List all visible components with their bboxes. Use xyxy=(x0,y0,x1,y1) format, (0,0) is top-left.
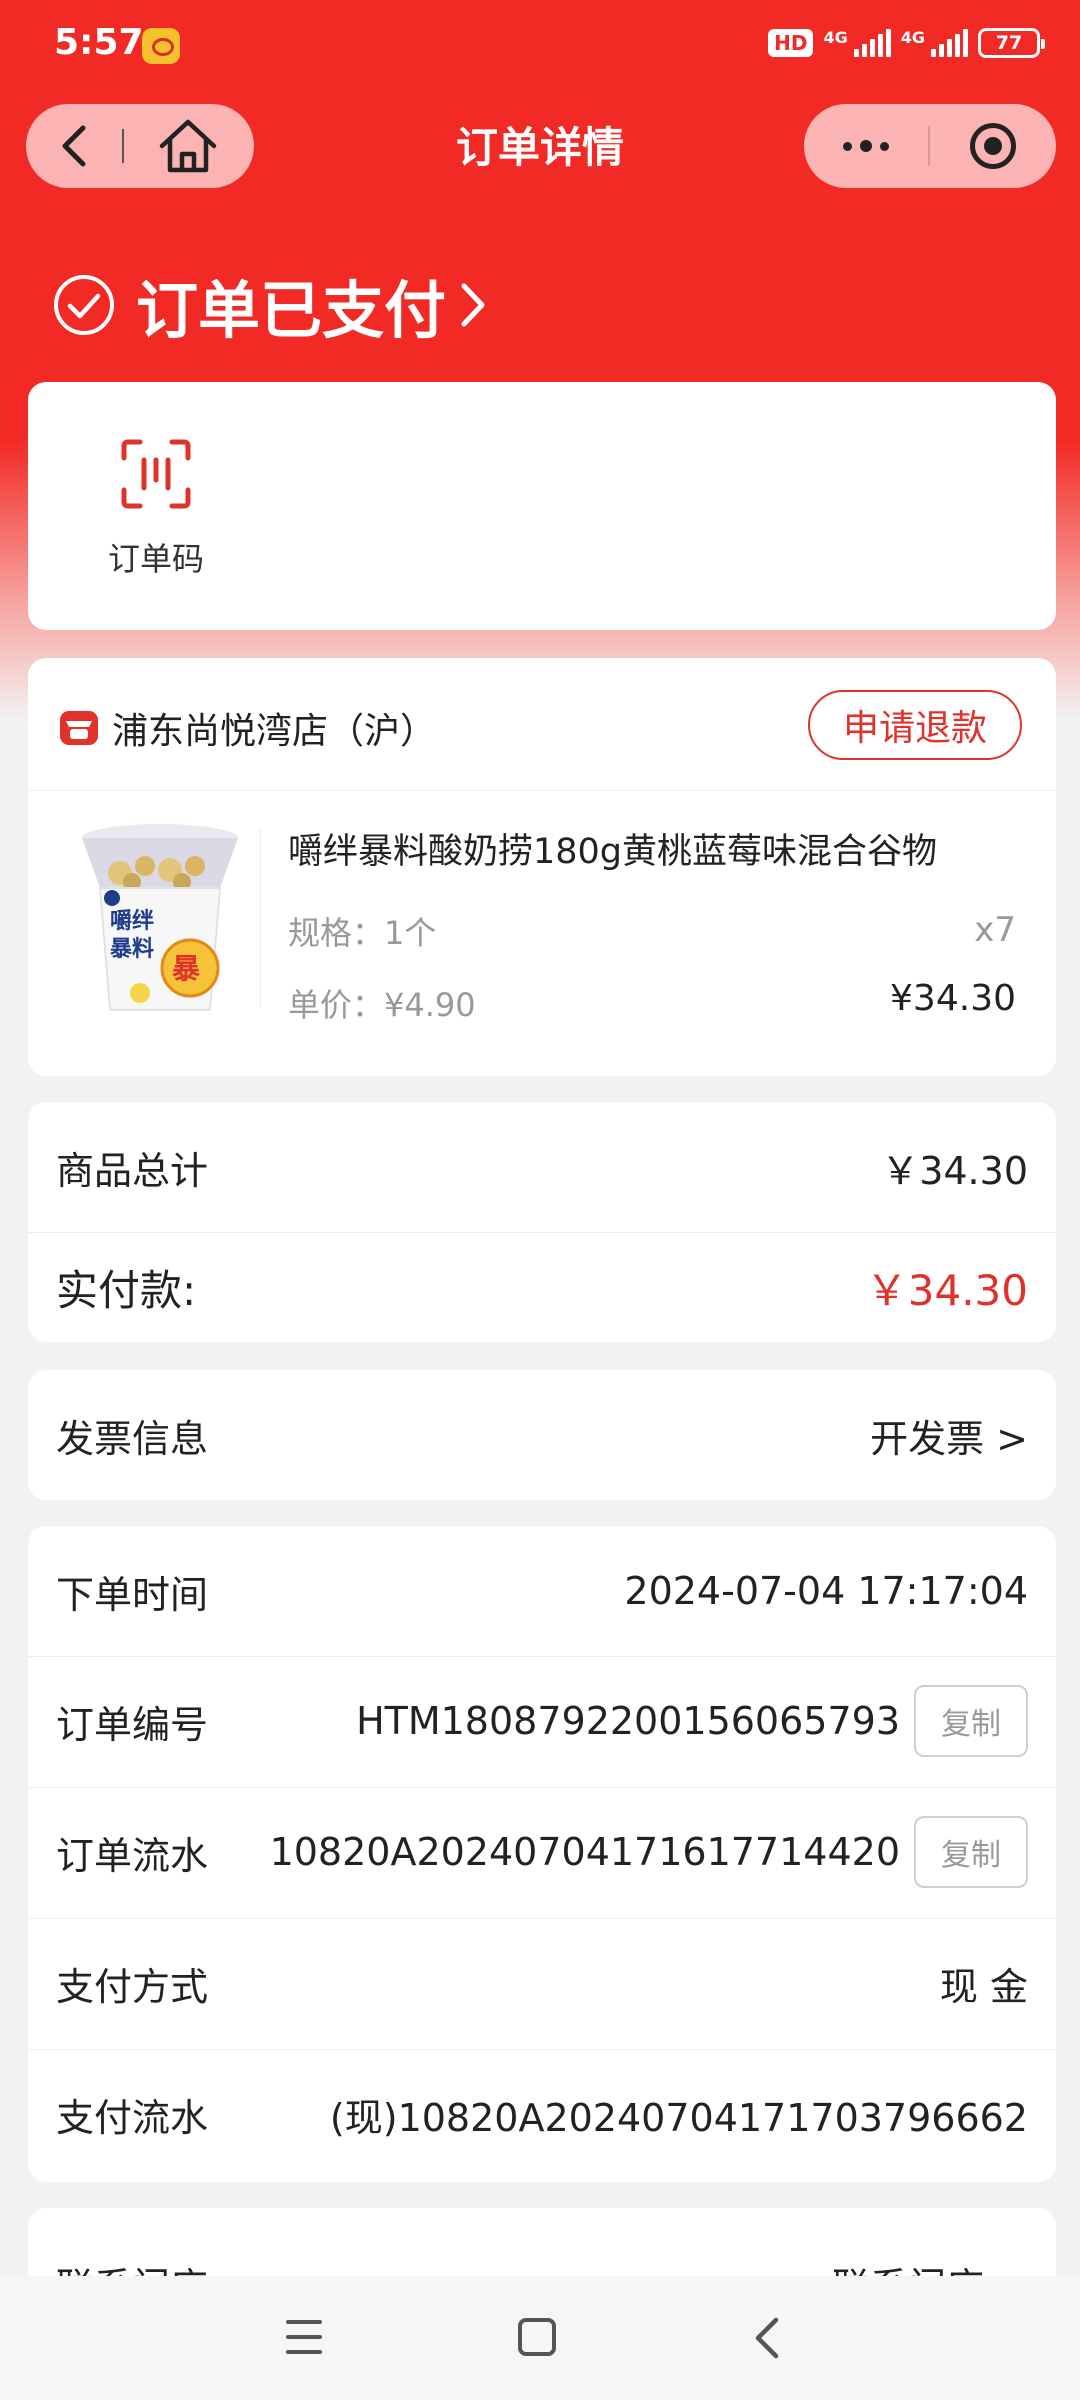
store-name: 浦东尚悦湾店（沪） xyxy=(112,711,437,752)
order-time-label: 下单时间 xyxy=(56,1572,209,1617)
back-nav-button[interactable] xyxy=(752,2316,782,2360)
payment-method-row: 支付方式 现 金 xyxy=(28,1918,1056,2048)
subtotal-value: ￥34.30 xyxy=(881,1148,1028,1193)
system-navigation-bar xyxy=(0,2276,1080,2400)
store-order-card: 浦东尚悦湾店（沪） 申请退款 嚼绊 暴料 暴 嚼绊暴料酸奶捞180g黄桃蓝莓味混… xyxy=(28,658,1056,1076)
order-serial-row: 订单流水 10820A20240704171617714420 复制 xyxy=(28,1787,1056,1917)
home-nav-button[interactable] xyxy=(518,2318,556,2356)
status-indicators: HD 4G 4G 77 xyxy=(768,28,1045,58)
signal-strength-icon xyxy=(853,29,891,57)
payment-serial-row: 支付流水 (现)10820A20240704171703796662 xyxy=(28,2049,1056,2179)
subtotal-label: 商品总计 xyxy=(56,1148,209,1193)
order-serial-value: 10820A20240704171617714420 xyxy=(269,1830,900,1874)
order-serial-label: 订单流水 xyxy=(56,1833,209,1878)
order-code-label: 订单码 xyxy=(107,540,204,578)
weibo-notification-icon xyxy=(142,28,180,64)
product-badge-text: 暴 xyxy=(172,952,201,985)
product-quantity: x7 xyxy=(974,910,1016,950)
order-number-value: HTM1808792200156065793 xyxy=(356,1699,900,1743)
recent-apps-button[interactable] xyxy=(286,2320,322,2354)
more-options-button[interactable] xyxy=(804,104,928,188)
battery-icon: 77 xyxy=(978,28,1045,58)
nav-right-capsule xyxy=(804,104,1056,188)
paid-label: 实付款: xyxy=(56,1265,197,1315)
status-time: 5:57 xyxy=(54,22,144,63)
order-number-label: 订单编号 xyxy=(56,1702,209,1747)
payment-serial-label: 支付流水 xyxy=(56,2095,209,2140)
store-icon xyxy=(60,711,98,745)
invoice-card: 发票信息 开发票 > xyxy=(28,1370,1056,1500)
copy-order-serial-button[interactable]: 复制 xyxy=(914,1816,1028,1888)
copy-order-number-button[interactable]: 复制 xyxy=(914,1685,1028,1757)
order-number-group: HTM1808792200156065793 复制 xyxy=(356,1685,1028,1757)
store-header: 浦东尚悦湾店（沪） xyxy=(58,702,436,754)
qr-scan-icon xyxy=(121,439,191,509)
network-type-label: 4G xyxy=(900,28,925,47)
subtotal-row: 商品总计 ￥34.30 xyxy=(28,1102,1056,1232)
chevron-right-icon xyxy=(461,283,485,327)
order-code-card: 订单码 xyxy=(28,382,1056,630)
request-refund-button[interactable]: 申请退款 xyxy=(808,690,1022,760)
product-total-price: ¥34.30 xyxy=(890,978,1016,1019)
signal-strength-icon xyxy=(931,29,968,57)
paid-row: 实付款: ￥34.30 xyxy=(28,1232,1056,1342)
issue-invoice-link[interactable]: 开发票 > xyxy=(870,1408,1028,1463)
order-time-value: 2024-07-04 17:17:04 xyxy=(624,1569,1028,1613)
order-info-card: 下单时间 2024-07-04 17:17:04 订单编号 HTM1808792… xyxy=(28,1526,1056,2182)
network-type-label: 4G xyxy=(823,28,848,47)
order-time-row: 下单时间 2024-07-04 17:17:04 xyxy=(28,1526,1056,1656)
invoice-label: 发票信息 xyxy=(56,1416,209,1461)
product-brand-text: 嚼绊 xyxy=(110,908,154,934)
divider xyxy=(260,828,261,1008)
order-serial-group: 10820A20240704171617714420 复制 xyxy=(270,1816,1028,1888)
payment-method-label: 支付方式 xyxy=(56,1964,209,2009)
paid-value: ￥34.30 xyxy=(865,1265,1028,1315)
target-icon xyxy=(970,123,1016,169)
divider xyxy=(28,790,1056,791)
check-circle-icon xyxy=(54,275,114,335)
product-image: 嚼绊 暴料 暴 xyxy=(82,824,238,1011)
product-unit-price: 单价：¥4.90 xyxy=(288,986,476,1024)
battery-level: 77 xyxy=(995,32,1023,54)
totals-card: 商品总计 ￥34.30 实付款: ￥34.30 xyxy=(28,1102,1056,1342)
close-miniprogram-button[interactable] xyxy=(930,123,1056,169)
product-name: 嚼绊暴料酸奶捞180g黄桃蓝莓味混合谷物 xyxy=(288,832,938,872)
invoice-row[interactable]: 发票信息 开发票 > xyxy=(28,1370,1056,1500)
payment-serial-value: (现)10820A20240704171703796662 xyxy=(329,2095,1028,2140)
hd-voice-icon: HD xyxy=(768,29,814,57)
payment-method-value: 现 金 xyxy=(939,1964,1028,2009)
product-spec: 规格：1个 xyxy=(288,914,437,952)
order-status-link[interactable]: 订单已支付 xyxy=(52,260,488,350)
svg-text:暴料: 暴料 xyxy=(109,937,154,962)
order-number-row: 订单编号 HTM1808792200156065793 复制 xyxy=(28,1656,1056,1786)
status-bar: 5:57 HD 4G 4G 77 xyxy=(0,0,1080,96)
order-status-text: 订单已支付 xyxy=(136,274,447,347)
